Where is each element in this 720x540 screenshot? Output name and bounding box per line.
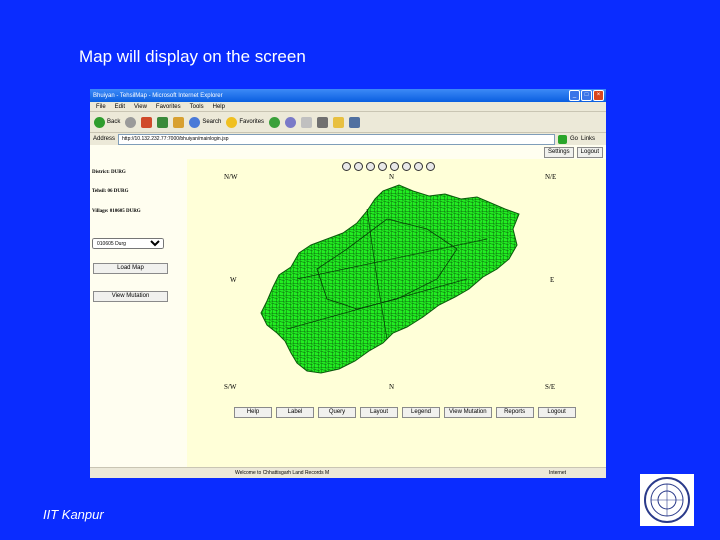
- load-map-button[interactable]: Load Map: [93, 263, 168, 274]
- window-titlebar: Bhuiyan - TehsilMap - Microsoft Internet…: [90, 89, 606, 102]
- district-label: District: DURG: [92, 170, 126, 175]
- back-button[interactable]: Back: [94, 116, 120, 128]
- print-icon[interactable]: [317, 116, 329, 128]
- iit-kanpur-logo: [640, 474, 694, 526]
- menu-edit[interactable]: Edit: [115, 104, 125, 110]
- top-logout-button[interactable]: Logout: [576, 147, 603, 158]
- menu-help[interactable]: Help: [213, 104, 225, 110]
- footer-text: IIT Kanpur: [43, 507, 104, 522]
- mail-icon[interactable]: [301, 116, 313, 128]
- star-icon: [226, 116, 238, 128]
- window-title: Bhuiyan - TehsilMap - Microsoft Internet…: [93, 92, 223, 99]
- zone-label: Internet: [549, 470, 566, 476]
- help-button[interactable]: Help: [234, 407, 272, 418]
- land-parcels: [261, 185, 519, 373]
- web-page: Settings Logout District: DURG Tehsil: 0…: [90, 145, 606, 467]
- search-icon: [189, 116, 201, 128]
- view-mutation-button[interactable]: View Mutation: [93, 291, 168, 302]
- browser-toolbar: Back Search Favorites: [90, 112, 606, 133]
- layout-button[interactable]: Layout: [360, 407, 398, 418]
- menu-bar: File Edit View Favorites Tools Help: [90, 102, 606, 112]
- refresh-icon[interactable]: [157, 116, 169, 128]
- go-arrow-icon[interactable]: [558, 134, 568, 144]
- village-label: Village: 010605 DURG: [92, 209, 141, 214]
- stop-icon[interactable]: [141, 116, 153, 128]
- map-view-mutation-button[interactable]: View Mutation: [444, 407, 492, 418]
- links-button[interactable]: Links: [581, 136, 595, 142]
- back-arrow-icon: [94, 116, 105, 128]
- logout-button[interactable]: Logout: [537, 407, 576, 418]
- status-text: Welcome to Chhattisgarh Land Records M: [235, 470, 330, 476]
- sidebar: District: DURG Tehsil: 06 DURG Village: …: [90, 159, 187, 467]
- folder-icon[interactable]: [333, 116, 345, 128]
- close-icon[interactable]: ×: [593, 90, 604, 101]
- legend-button[interactable]: Legend: [402, 407, 440, 418]
- menu-favorites[interactable]: Favorites: [156, 104, 181, 110]
- slide-title: Map will display on the screen: [79, 47, 306, 66]
- village-map[interactable]: [187, 159, 606, 467]
- village-select[interactable]: 010605 Durg: [92, 238, 164, 249]
- search-button[interactable]: Search: [189, 116, 221, 128]
- maximize-icon[interactable]: □: [581, 90, 592, 101]
- map-panel: N/W N N/E W E S/W N S/E Help Label Query…: [187, 159, 606, 467]
- messenger-icon[interactable]: [349, 116, 361, 128]
- media-icon[interactable]: [269, 116, 281, 128]
- label-button[interactable]: Label: [276, 407, 314, 418]
- address-label: Address: [93, 136, 116, 142]
- browser-window: Bhuiyan - TehsilMap - Microsoft Internet…: [90, 89, 606, 478]
- address-input[interactable]: http://10.132.232.77:7000/bhuiyan/mainlo…: [118, 133, 556, 145]
- query-button[interactable]: Query: [318, 407, 356, 418]
- map-action-buttons: Help Label Query Layout Legend View Muta…: [234, 407, 576, 418]
- go-button[interactable]: Go: [570, 136, 578, 142]
- reports-button[interactable]: Reports: [495, 407, 534, 418]
- favorites-button[interactable]: Favorites: [226, 116, 264, 128]
- menu-tools[interactable]: Tools: [190, 104, 204, 110]
- seal-icon: [644, 477, 690, 523]
- settings-button[interactable]: Settings: [543, 147, 574, 158]
- forward-arrow-icon[interactable]: [125, 116, 137, 128]
- history-icon[interactable]: [285, 116, 297, 128]
- minimize-icon[interactable]: _: [569, 90, 580, 101]
- status-bar: Welcome to Chhattisgarh Land Records M I…: [90, 467, 606, 478]
- menu-file[interactable]: File: [96, 104, 106, 110]
- home-icon[interactable]: [173, 116, 185, 128]
- tehsil-label: Tehsil: 06 DURG: [92, 189, 129, 194]
- menu-view[interactable]: View: [134, 104, 147, 110]
